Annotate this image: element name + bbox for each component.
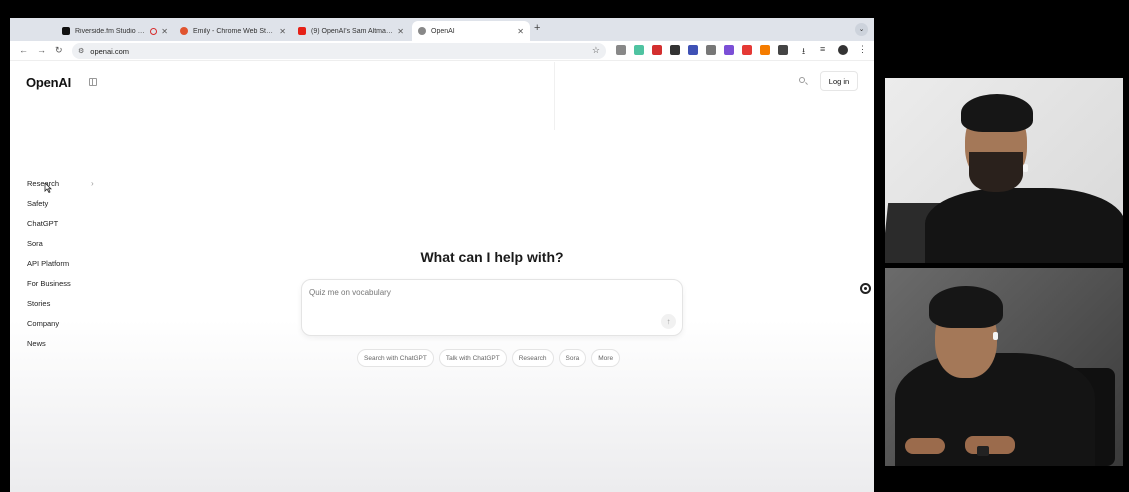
site-info-icon[interactable]: ⚙	[78, 47, 84, 55]
cast-icon[interactable]: ≡	[820, 44, 825, 54]
browser-toolbar: ← → ↻ ⚙ openai.com ☆ ⭳ ≡ ⋮	[10, 41, 874, 61]
close-tab-icon[interactable]: ✕	[517, 27, 524, 36]
riverside-favicon-icon	[62, 27, 70, 35]
sidebar-nav: Research › Safety ChatGPT Sora API Platf…	[27, 178, 97, 358]
nav-item-stories[interactable]: Stories	[27, 298, 97, 318]
extension-icon[interactable]	[724, 45, 734, 55]
prompt-input[interactable]	[309, 288, 609, 297]
screen: { "browser": { "tabs": [ {"title": "Rive…	[0, 0, 1129, 492]
nav-item-news[interactable]: News	[27, 338, 97, 358]
reload-icon[interactable]: ↻	[55, 45, 63, 56]
chip-search-with-chatgpt[interactable]: Search with ChatGPT	[357, 349, 434, 367]
back-arrow-icon[interactable]: ←	[19, 45, 28, 55]
login-button[interactable]: Log in	[820, 71, 858, 91]
nav-item-for-business[interactable]: For Business	[27, 278, 97, 298]
nav-item-company[interactable]: Company	[27, 318, 97, 338]
sidebar-toggle-icon[interactable]	[89, 78, 97, 86]
tab-title: (9) OpenAI's Sam Altman on	[311, 27, 394, 35]
nav-item-label: News	[27, 339, 46, 348]
left-hand	[905, 438, 945, 454]
chevron-down-icon[interactable]: ⌄	[855, 23, 868, 36]
nav-item-label: Sora	[27, 239, 43, 248]
extension-icon[interactable]	[688, 45, 698, 55]
webcam-tile-bottom	[885, 268, 1123, 466]
right-hand	[965, 436, 1015, 454]
prompt-composer[interactable]: ↑	[301, 279, 683, 336]
nav-item-label: For Business	[27, 279, 71, 288]
nav-item-label: Company	[27, 319, 60, 328]
send-arrow-icon[interactable]: ↑	[661, 314, 676, 329]
search-icon[interactable]	[798, 76, 810, 88]
extension-icon[interactable]	[760, 45, 770, 55]
webcam-tile-top	[885, 78, 1123, 263]
tab-riverside[interactable]: Riverside.fm Studio | Onl ✕	[56, 21, 174, 41]
nav-item-chatgpt[interactable]: ChatGPT	[27, 218, 97, 238]
chip-more[interactable]: More	[591, 349, 621, 367]
earbud-icon	[993, 332, 998, 340]
recording-indicator-icon	[150, 27, 158, 35]
chrome-web-store-favicon-icon	[180, 27, 188, 35]
nav-item-api-platform[interactable]: API Platform	[27, 258, 97, 278]
person-hair	[929, 286, 1003, 328]
chip-sora[interactable]: Sora	[558, 349, 587, 367]
profile-avatar-icon[interactable]	[838, 45, 848, 55]
openai-favicon-icon	[418, 27, 426, 35]
extension-icon[interactable]	[670, 45, 680, 55]
tab-title: Riverside.fm Studio | Onl	[75, 27, 147, 35]
tab-title: Emily - Chrome Web Store	[193, 27, 276, 35]
browser-window: Riverside.fm Studio | Onl ✕ Emily - Chro…	[10, 18, 874, 492]
nav-item-label: ChatGPT	[27, 219, 59, 228]
person-hair	[961, 94, 1033, 132]
nav-item-label: Stories	[27, 299, 51, 308]
earbud-icon	[1023, 164, 1028, 172]
chevron-right-icon: ›	[91, 179, 94, 188]
nav-item-sora[interactable]: Sora	[27, 238, 97, 258]
nav-item-safety[interactable]: Safety	[27, 198, 97, 218]
extension-icon[interactable]	[778, 45, 788, 55]
tab-title: OpenAI	[431, 27, 455, 35]
suggestion-chips: Search with ChatGPT Talk with ChatGPT Re…	[357, 349, 621, 367]
extension-icon[interactable]	[652, 45, 662, 55]
watch-icon	[977, 446, 989, 456]
tab-youtube[interactable]: (9) OpenAI's Sam Altman on ✕	[292, 21, 410, 41]
close-tab-icon[interactable]: ✕	[397, 27, 404, 36]
extension-icon[interactable]	[742, 45, 752, 55]
tab-strip: Riverside.fm Studio | Onl ✕ Emily - Chro…	[10, 18, 874, 41]
tab-openai[interactable]: OpenAI ✕	[412, 21, 530, 41]
extension-icon[interactable]	[616, 45, 626, 55]
nav-item-label: API Platform	[27, 259, 70, 268]
address-bar[interactable]: ⚙ openai.com ☆	[72, 43, 606, 59]
tab-emily[interactable]: Emily - Chrome Web Store ✕	[174, 21, 292, 41]
chip-research[interactable]: Research	[511, 349, 554, 367]
person-body	[925, 188, 1123, 263]
nav-item-research[interactable]: Research ›	[27, 178, 97, 198]
bookmark-star-icon[interactable]: ☆	[592, 45, 600, 56]
chip-talk-with-chatgpt[interactable]: Talk with ChatGPT	[438, 349, 507, 367]
openai-logo[interactable]: OpenAI	[26, 75, 71, 90]
close-tab-icon[interactable]: ✕	[279, 27, 286, 36]
forward-arrow-icon[interactable]: →	[37, 45, 46, 55]
hero-title: What can I help with?	[420, 249, 564, 265]
plus-icon[interactable]: +	[534, 22, 540, 34]
kebab-menu-icon[interactable]: ⋮	[858, 44, 867, 55]
extension-icon[interactable]	[634, 45, 644, 55]
close-tab-icon[interactable]: ✕	[161, 27, 168, 36]
openai-homepage: OpenAI Log in Research › Safety ChatGPT …	[10, 62, 874, 492]
extension-icon[interactable]	[706, 45, 716, 55]
url-text: openai.com	[90, 46, 130, 56]
recording-status-icon	[860, 283, 871, 294]
divider	[554, 62, 555, 130]
youtube-favicon-icon	[298, 27, 306, 35]
nav-item-label: Safety	[27, 199, 49, 208]
mouse-cursor-icon	[44, 183, 52, 193]
beard	[969, 152, 1023, 192]
download-icon[interactable]: ⭳	[802, 44, 805, 60]
